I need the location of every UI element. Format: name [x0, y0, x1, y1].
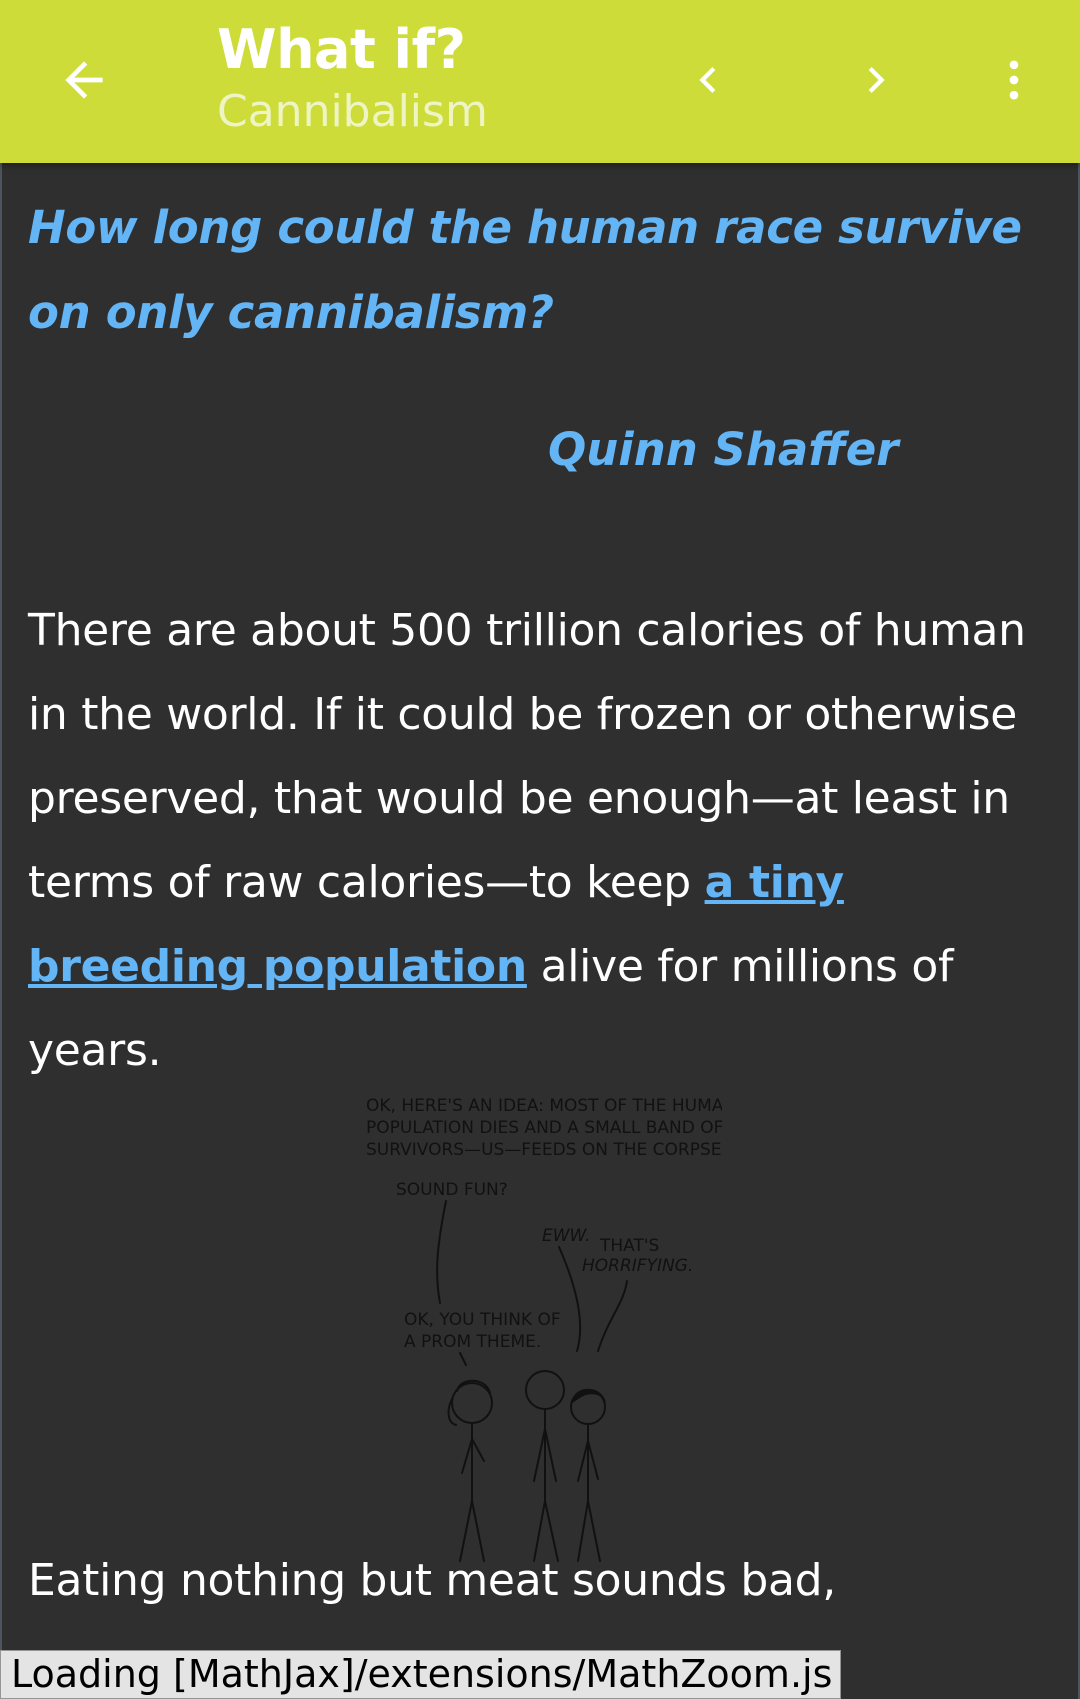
- arrow-left-icon: [65, 61, 103, 99]
- comic-caption-line: EWW.: [542, 1226, 590, 1246]
- article-subtitle: Cannibalism: [217, 86, 488, 137]
- more-vertical-icon: [1009, 60, 1019, 100]
- back-button[interactable]: [34, 30, 134, 130]
- comic-caption-line: THAT'S: [599, 1236, 659, 1256]
- comic-caption-line: HORRIFYING.: [582, 1256, 693, 1276]
- question-author: Quinn Shaffer: [548, 423, 899, 476]
- stick-figure-right: [570, 1389, 606, 1562]
- app-screen: What if? Cannibalism How long could the …: [0, 0, 1080, 1699]
- comic-caption-line: OK, YOU THINK OF: [404, 1310, 561, 1330]
- stick-figure-middle: [525, 1370, 565, 1562]
- title-block: What if? Cannibalism: [217, 18, 488, 142]
- chevron-left-icon: [699, 67, 716, 93]
- previous-article-button[interactable]: [658, 30, 758, 130]
- mathjax-loading-status: Loading [MathJax]/extensions/MathZoom.js: [0, 1650, 842, 1699]
- overflow-menu-button[interactable]: [964, 30, 1064, 130]
- article-question: How long could the human race survive on…: [28, 201, 1022, 339]
- comic-caption-line: OK, HERE'S AN IDEA: MOST OF THE HUMAN: [366, 1096, 722, 1116]
- article-content[interactable]: How long could the human race survive on…: [0, 163, 1080, 1699]
- article-paragraph: Eating nothing but meat sounds bad,: [28, 1555, 836, 1606]
- paragraph-text: There are about 500 trillion calories of…: [28, 605, 1026, 908]
- app-bar: What if? Cannibalism: [0, 0, 1080, 163]
- comic-caption-line: SURVIVORS—US—FEEDS ON THE CORPSES.: [366, 1140, 722, 1160]
- stick-figure-left: [447, 1379, 493, 1562]
- comic-caption-line: POPULATION DIES AND A SMALL BAND OF: [366, 1118, 722, 1138]
- article-paragraph: There are about 500 trillion calories of…: [28, 589, 1058, 1093]
- app-title: What if?: [217, 18, 466, 81]
- next-article-button[interactable]: [826, 30, 926, 130]
- chevron-right-icon: [868, 67, 885, 93]
- comic-caption-line: SOUND FUN?: [396, 1180, 508, 1200]
- comic-caption-line: A PROM THEME.: [404, 1332, 541, 1352]
